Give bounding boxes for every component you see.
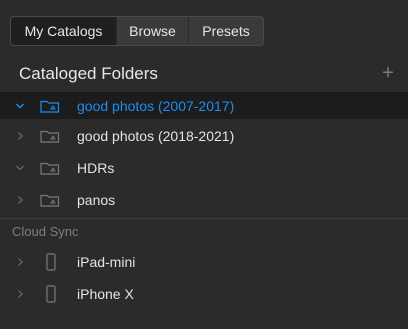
device-row-ipad-mini[interactable]: iPad-mini: [0, 248, 408, 275]
device-row-iphone-x[interactable]: iPhone X: [0, 280, 408, 307]
chevron-right-icon[interactable]: [14, 256, 26, 268]
tablet-icon: [46, 252, 56, 271]
tab-presets[interactable]: Presets: [189, 17, 263, 45]
folder-icon: [40, 128, 62, 144]
folder-row-good-photos-2018-2021[interactable]: good photos (2018-2021): [0, 122, 408, 149]
catalog-tab-bar: My Catalogs Browse Presets: [10, 16, 264, 46]
section-title: Cataloged Folders: [19, 64, 158, 83]
chevron-right-icon[interactable]: [14, 194, 26, 206]
device-label: iPhone X: [77, 285, 134, 302]
folder-icon: [40, 98, 62, 114]
folder-row-panos[interactable]: panos: [0, 186, 408, 213]
tab-my-catalogs[interactable]: My Catalogs: [11, 17, 117, 45]
folder-label: good photos (2018-2021): [77, 127, 235, 144]
device-label: iPad-mini: [77, 253, 136, 270]
cataloged-folders-header: Cataloged Folders +: [0, 56, 408, 92]
cloud-sync-header: Cloud Sync: [0, 218, 408, 244]
chevron-right-icon[interactable]: [14, 288, 26, 300]
cloud-sync-title: Cloud Sync: [12, 224, 79, 239]
folder-icon: [40, 160, 62, 176]
folder-icon: [40, 192, 62, 208]
folder-row-hdrs[interactable]: HDRs: [0, 154, 408, 181]
chevron-down-icon[interactable]: [14, 100, 26, 112]
phone-icon: [46, 284, 56, 303]
folder-label: good photos (2007-2017): [77, 97, 235, 114]
folder-label: HDRs: [77, 159, 115, 176]
chevron-down-icon[interactable]: [14, 162, 26, 174]
folder-row-good-photos-2007-2017[interactable]: good photos (2007-2017): [0, 92, 408, 119]
folder-label: panos: [77, 191, 116, 208]
tab-browse[interactable]: Browse: [117, 17, 189, 45]
add-folder-button[interactable]: +: [378, 62, 398, 84]
chevron-right-icon[interactable]: [14, 130, 26, 142]
